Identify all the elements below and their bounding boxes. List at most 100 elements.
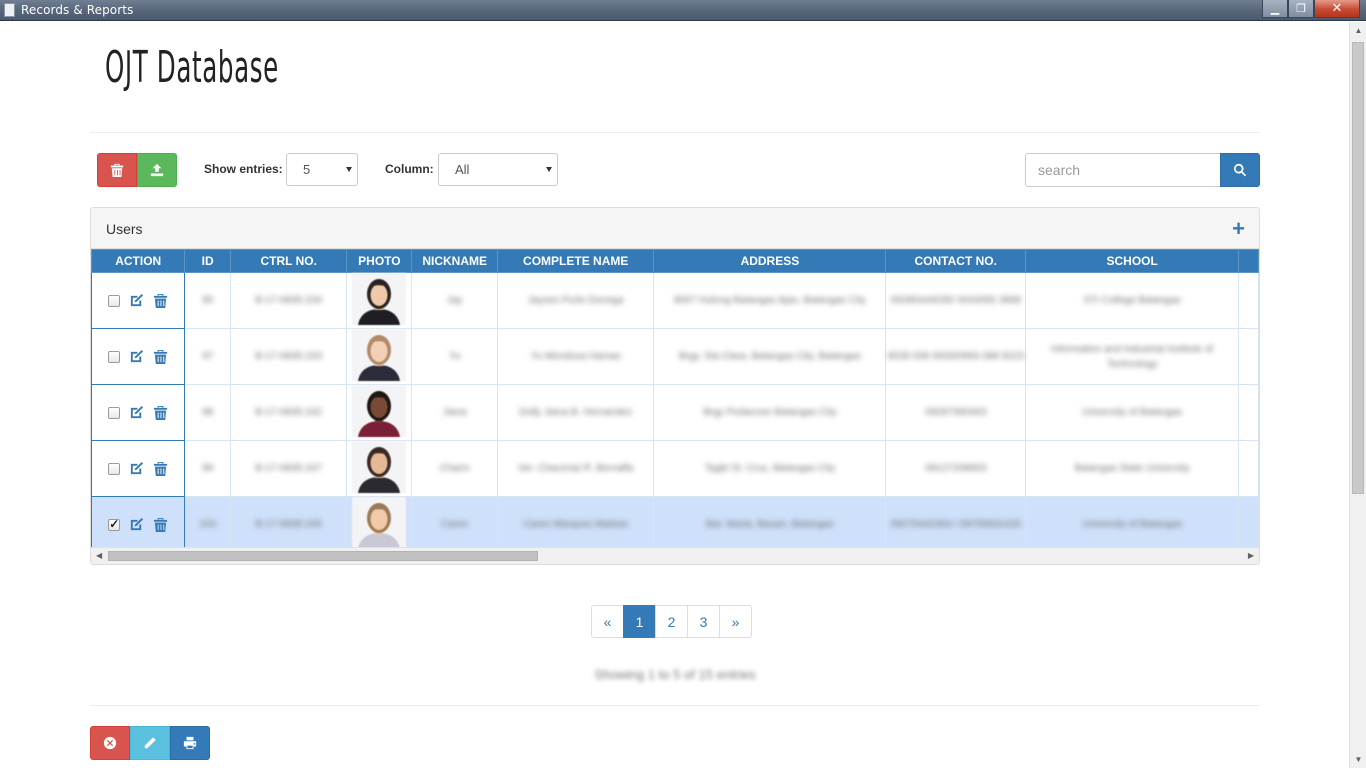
print-button[interactable] [170,726,210,760]
action-cell [91,272,186,329]
scroll-down-arrow-icon[interactable]: ▼ [1350,751,1366,768]
trash-icon [154,293,168,308]
action-cell [91,440,186,497]
toolbar-buttons [97,153,177,187]
caret-down-icon [346,167,352,172]
horizontal-scrollbar[interactable]: ◀ ▶ [91,547,1259,564]
edit-row-button[interactable] [129,405,144,420]
column-header[interactable]: PHOTO [346,249,413,273]
id-cell: 98 [184,384,231,441]
contact-cell-text: 09127208903 [925,463,987,474]
avatar [352,273,407,325]
edit-row-button[interactable] [129,517,144,532]
school-cell: Batangas State University [1025,440,1240,497]
bottom-actions [90,726,210,760]
complete-name-cell-text: Yu Mendoza Hamas [530,351,621,362]
ctrl-no-cell: B-17-0835-234 [229,272,348,329]
users-table: ACTION ID CTRL NO. PHOTO NICKNAME COMPLE… [91,249,1259,553]
row-checkbox[interactable] [108,294,121,307]
print-icon [183,736,197,750]
page-next-button[interactable]: » [719,605,752,638]
trash-icon [154,349,168,364]
id-cell: 95 [184,272,231,329]
caret-down-icon [546,167,552,172]
edit-row-button[interactable] [129,349,144,364]
photo-cell [346,328,413,385]
show-entries-select[interactable]: 5 [286,153,358,186]
row-checkbox[interactable] [108,406,121,419]
table-row[interactable]: 99 B-17-0835-247 Charm Ver. Charzmai R. Ber… [91,440,1259,497]
column-header[interactable]: CTRL NO. [229,249,348,273]
id-cell-text: 99 [202,463,214,474]
column-header[interactable]: NICKNAME [411,249,498,273]
table-row[interactable]: 97 B-17-0835-243 Yu Yu Mendoza Hamas Brgy. S… [91,328,1259,385]
page-1-button[interactable]: 1 [623,605,656,638]
complete-name-cell: Ver. Charzmai R. Bernalfa [496,440,655,497]
column-header[interactable]: ADDRESS [653,249,887,273]
page-3-button[interactable]: 3 [687,605,720,638]
add-user-button[interactable]: + [1232,216,1245,242]
scrollbar-thumb[interactable] [1352,42,1364,494]
close-window-button[interactable]: ✕ [1314,0,1360,18]
page-prev-button[interactable]: « [591,605,624,638]
address-cell-text: Tagbi St. Cruz, Batangas City [704,463,836,474]
scrollbar-thumb[interactable] [108,551,538,561]
trash-icon [154,517,168,532]
panel-heading: Users + [91,208,1259,249]
column-value: All [455,162,470,177]
delete-row-button[interactable] [153,349,168,364]
page-2-button[interactable]: 2 [655,605,688,638]
row-checkbox[interactable] [108,517,121,531]
maximize-button[interactable]: ❐ [1288,0,1314,18]
table-row[interactable]: 95 B-17-0835-234 Jay Jaysen Purlo Donega 800… [91,272,1259,329]
column-select[interactable]: All [438,153,558,186]
contact-cell: 09127208903 [885,440,1027,497]
column-header[interactable]: ACTION [91,249,186,273]
avatar [352,441,407,493]
table-row[interactable]: 104 B-17-0835-245 Caren Caren Marquez Alark… [91,496,1259,553]
nickname-cell-text: Caren [441,519,469,530]
row-checkbox[interactable] [108,350,121,363]
delete-button[interactable] [97,153,137,187]
complete-name-cell: Dolly Jiana B. Hernandez [496,384,655,441]
edit-button[interactable] [130,726,170,760]
table-header-row: ACTION ID CTRL NO. PHOTO NICKNAME COMPLE… [91,249,1259,273]
school-cell-text: Batangas State University [1074,463,1190,474]
column-header[interactable]: COMPLETE NAME [496,249,655,273]
photo-cell [346,440,413,497]
edit-row-button[interactable] [129,461,144,476]
scroll-up-arrow-icon[interactable]: ▲ [1350,22,1366,39]
row-checkbox[interactable] [108,462,121,475]
window-controls: ▁ ❐ ✕ [1262,0,1360,18]
scroll-right-arrow-icon[interactable]: ▶ [1248,551,1254,560]
overflow-cell [1238,384,1259,441]
cancel-button[interactable] [90,726,130,760]
delete-row-button[interactable] [153,461,168,476]
edit-icon [131,293,144,307]
overflow-cell [1238,440,1259,497]
ctrl-no-cell-text: B-17-0835-234 [255,295,323,306]
column-header[interactable]: ID [184,249,231,273]
complete-name-cell: Jaysen Purlo Donega [496,272,655,329]
edit-row-button[interactable] [129,293,144,308]
column-header[interactable]: SCHOOL [1025,249,1240,273]
nickname-cell-text: Jay [446,295,463,306]
scroll-left-arrow-icon[interactable]: ◀ [96,551,102,560]
import-button[interactable] [137,153,177,187]
delete-row-button[interactable] [153,293,168,308]
vertical-scrollbar[interactable]: ▲ ▼ [1349,22,1366,768]
complete-name-cell-text: Dolly Jiana B. Hernandez [519,407,633,418]
column-header[interactable]: CONTACT NO. [885,249,1027,273]
contact-cell-text: 09287580463 [925,407,987,418]
minimize-button[interactable]: ▁ [1262,0,1288,18]
nickname-cell: Yu [411,328,498,385]
search-input[interactable] [1025,153,1221,187]
delete-row-button[interactable] [153,405,168,420]
action-cell [91,328,186,385]
table-row[interactable]: 98 B-17-0835-242 Jiana Dolly Jiana B. Herna… [91,384,1259,441]
school-cell: Information and Industrial Institute of … [1025,328,1240,385]
overflow-cell [1238,328,1259,385]
search-button[interactable] [1220,153,1260,187]
delete-row-button[interactable] [153,517,168,532]
id-cell-text: 104 [199,519,217,530]
